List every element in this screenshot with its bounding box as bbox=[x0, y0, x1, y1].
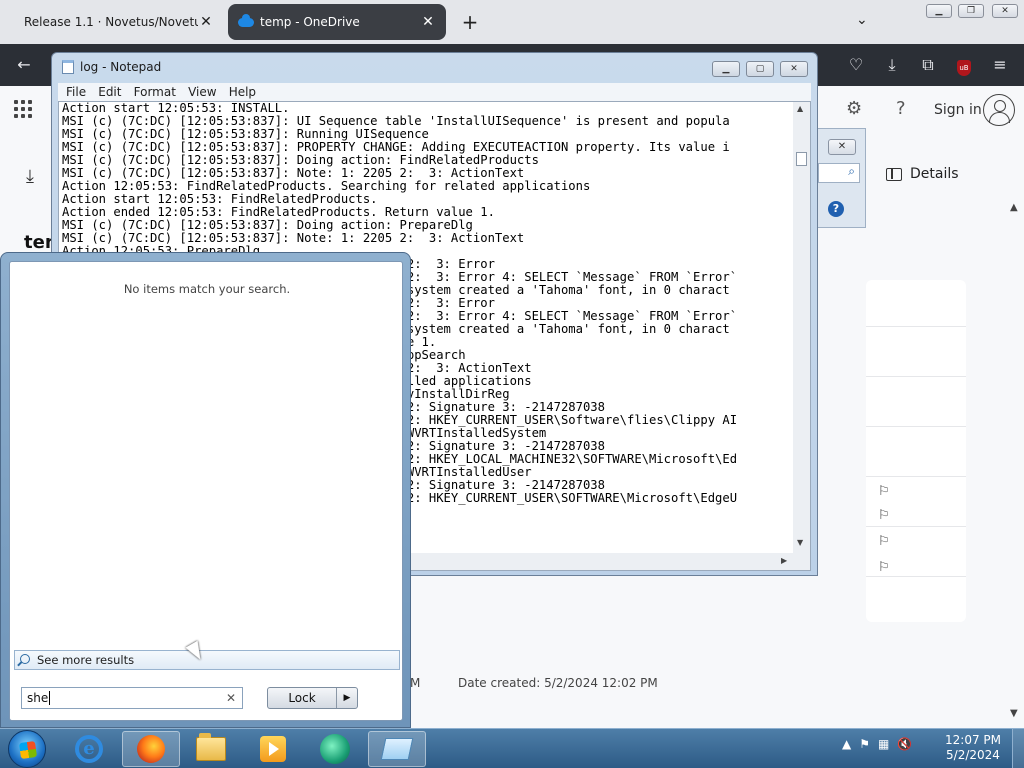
sign-in-link[interactable]: Sign in bbox=[934, 102, 982, 118]
extensions-icon[interactable]: ⧉ bbox=[918, 55, 938, 75]
clear-search-icon[interactable]: ✕ bbox=[226, 688, 236, 708]
file-list-divider bbox=[866, 576, 966, 577]
notepad-taskbar-icon bbox=[380, 738, 414, 760]
settings-gear-icon[interactable]: ⚙ bbox=[846, 98, 862, 119]
clock-date: 5/2/2024 bbox=[946, 748, 1000, 762]
see-more-results-label: See more results bbox=[37, 653, 135, 667]
file-details-bar: M Date created: 5/2/2024 12:02 PM bbox=[410, 668, 860, 704]
scroll-up-arrow-icon[interactable]: ▲ bbox=[797, 104, 803, 113]
notepad-app-icon bbox=[62, 60, 74, 74]
flag-icon: ⚐ bbox=[878, 560, 890, 575]
network-icon[interactable]: ▦ bbox=[878, 737, 889, 751]
list-tabs-button[interactable]: ⌄ bbox=[856, 12, 868, 28]
dialog-help-icon[interactable]: ? bbox=[828, 201, 844, 217]
details-pane-icon bbox=[886, 167, 902, 181]
tab-onedrive-label: temp - OneDrive bbox=[260, 15, 360, 29]
avatar[interactable] bbox=[983, 94, 1015, 126]
browser-minimize-button[interactable]: ▁ bbox=[926, 4, 952, 18]
system-tray: ▲ ⚑ ▦ 🔇 bbox=[842, 737, 912, 751]
firefox-icon bbox=[137, 735, 165, 763]
dialog-close-button[interactable]: ✕ bbox=[828, 139, 856, 155]
show-hidden-icons-icon[interactable]: ▲ bbox=[842, 737, 851, 751]
menu-file[interactable]: File bbox=[66, 83, 86, 101]
app-menu-icon[interactable]: ≡ bbox=[990, 55, 1010, 74]
tab-onedrive[interactable]: temp - OneDrive ✕ bbox=[228, 4, 446, 40]
ublock-icon[interactable]: uB bbox=[954, 55, 974, 76]
file-list-divider bbox=[866, 526, 966, 527]
show-desktop-button[interactable] bbox=[1012, 729, 1024, 768]
ublock-badge: uB bbox=[957, 60, 971, 76]
scroll-right-arrow-icon[interactable]: ▶ bbox=[781, 556, 787, 565]
downloads-icon[interactable]: ⤓ bbox=[882, 55, 902, 75]
media-player-icon bbox=[260, 736, 286, 762]
tab-release-close-icon[interactable]: ✕ bbox=[198, 14, 214, 30]
notepad-minimize-button[interactable]: ▁ bbox=[712, 61, 740, 77]
folder-icon bbox=[196, 733, 226, 761]
taskbar-explorer[interactable] bbox=[182, 731, 240, 767]
taskbar-clock[interactable]: 12:07 PM 5/2/2024 bbox=[940, 733, 1006, 763]
menu-format[interactable]: Format bbox=[134, 83, 176, 101]
page-scroll-up-icon[interactable]: ▲ bbox=[1010, 202, 1018, 213]
file-list-divider bbox=[866, 326, 966, 327]
search-input-value: she bbox=[27, 691, 49, 705]
lock-button-label: Lock bbox=[288, 691, 316, 705]
volume-muted-icon[interactable]: 🔇 bbox=[897, 737, 912, 751]
browser-restore-button[interactable]: ❐ bbox=[958, 4, 984, 18]
app-launcher-icon[interactable] bbox=[14, 100, 32, 118]
help-icon[interactable]: ? bbox=[896, 98, 906, 119]
menu-help[interactable]: Help bbox=[229, 83, 256, 101]
page-scroll-down-icon[interactable]: ▼ bbox=[1010, 708, 1018, 719]
clock-time: 12:07 PM bbox=[945, 733, 1001, 747]
magnifier-icon bbox=[20, 654, 30, 664]
taskbar-notepad[interactable] bbox=[368, 731, 426, 767]
flag-icon: ⚐ bbox=[878, 508, 890, 523]
no-results-message: No items match your search. bbox=[123, 282, 291, 296]
notepad-close-button[interactable]: ✕ bbox=[780, 61, 808, 77]
tab-onedrive-close-icon[interactable]: ✕ bbox=[420, 14, 436, 30]
browser-close-button[interactable]: ✕ bbox=[992, 4, 1018, 18]
taskbar-firefox[interactable] bbox=[122, 731, 180, 767]
tab-release-label: Release 1.1 · Novetus/Novetus_ bbox=[24, 15, 198, 29]
globe-app-icon bbox=[320, 734, 350, 764]
see-more-results-link[interactable]: See more results bbox=[14, 650, 400, 670]
scroll-thumb[interactable] bbox=[796, 152, 807, 166]
flag-icon: ⚐ bbox=[878, 484, 890, 499]
back-arrow-icon[interactable]: ← bbox=[14, 55, 34, 74]
lock-button[interactable]: Lock ▶ bbox=[267, 687, 358, 709]
tab-bar: Release 1.1 · Novetus/Novetus_ ✕ temp - … bbox=[0, 0, 1024, 44]
search-results-pane: No items match your search. See more res… bbox=[9, 261, 403, 721]
notepad-menubar: File Edit Format View Help bbox=[58, 83, 811, 101]
menu-view[interactable]: View bbox=[188, 83, 216, 101]
taskbar-internet-explorer[interactable]: e bbox=[60, 731, 118, 767]
file-list-divider bbox=[866, 476, 966, 477]
notepad-titlebar[interactable]: log - Notepad bbox=[62, 60, 161, 74]
notepad-maximize-button[interactable]: ▢ bbox=[746, 61, 774, 77]
vertical-scrollbar[interactable]: ▲ ▼ bbox=[793, 102, 810, 554]
download-icon[interactable]: ⤓ bbox=[26, 166, 34, 187]
taskbar: e ▲ ⚑ ▦ 🔇 12:07 PM 5/2/2024 bbox=[0, 728, 1024, 768]
new-tab-button[interactable]: + bbox=[460, 10, 480, 34]
pocket-icon[interactable]: ♡ bbox=[846, 55, 866, 74]
notepad-title: log - Notepad bbox=[80, 60, 162, 74]
file-list-divider bbox=[866, 426, 966, 427]
shutdown-options-arrow-icon[interactable]: ▶ bbox=[336, 688, 357, 708]
taskbar-app-globe[interactable] bbox=[306, 731, 364, 767]
start-orb-button[interactable] bbox=[8, 730, 46, 768]
tab-release[interactable]: Release 1.1 · Novetus/Novetus_ ✕ bbox=[14, 4, 224, 40]
start-search-input[interactable]: she ✕ bbox=[21, 687, 243, 709]
onedrive-cloud-icon bbox=[238, 13, 254, 27]
taskbar-media-player[interactable] bbox=[244, 731, 302, 767]
details-button[interactable]: Details bbox=[886, 166, 959, 182]
background-dialog: ✕ ⌕ ? bbox=[812, 128, 866, 228]
dialog-search-icon[interactable]: ⌕ bbox=[818, 163, 860, 183]
internet-explorer-icon: e bbox=[75, 735, 103, 763]
flag-icon: ⚐ bbox=[878, 534, 890, 549]
details-label: Details bbox=[910, 166, 959, 182]
action-center-flag-icon[interactable]: ⚑ bbox=[859, 737, 870, 751]
date-created: Date created: 5/2/2024 12:02 PM bbox=[458, 676, 658, 690]
file-list-divider bbox=[866, 376, 966, 377]
menu-edit[interactable]: Edit bbox=[98, 83, 121, 101]
start-menu-bottom: she ✕ Lock ▶ bbox=[1, 673, 412, 729]
scroll-down-arrow-icon[interactable]: ▼ bbox=[797, 538, 803, 547]
